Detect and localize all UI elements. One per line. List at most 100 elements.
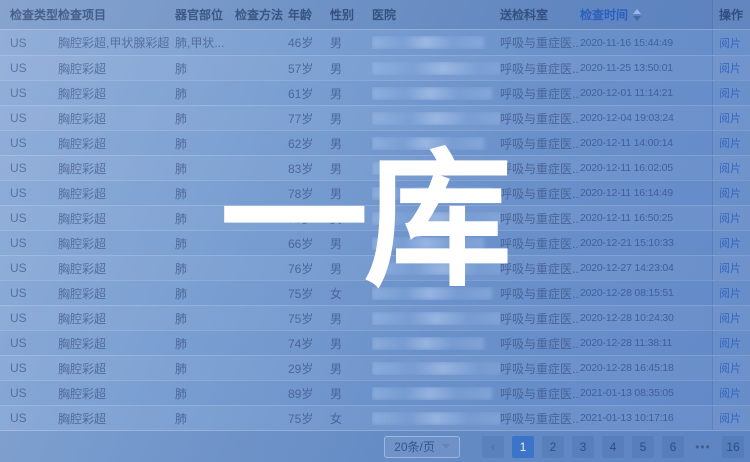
table-row[interactable]: US 胸腔彩超 肺 75岁 男 呼吸与重症医... 2020-12-28 10:… [0, 305, 750, 330]
col-header-gender[interactable]: 性别 [330, 6, 372, 23]
cell-exam-time: 2020-12-27 14:23:04 [580, 262, 712, 274]
cell-exam-item: 胸腔彩超 [58, 285, 175, 302]
view-images-link[interactable]: 阅片 [719, 260, 741, 276]
cell-organ: 肺 [175, 110, 235, 127]
view-images-link[interactable]: 阅片 [719, 410, 741, 426]
cell-exam-item: 胸腔彩超 [58, 310, 175, 327]
view-images-link[interactable]: 阅片 [719, 160, 741, 176]
col-header-age[interactable]: 年龄 [288, 6, 330, 23]
view-images-link[interactable]: 阅片 [719, 110, 741, 126]
col-header-exam-type[interactable]: 检查类型 [0, 6, 58, 23]
view-images-link[interactable]: 阅片 [719, 60, 741, 76]
col-header-organ[interactable]: 器官部位 [175, 6, 235, 23]
view-images-link[interactable]: 阅片 [719, 385, 741, 401]
cell-age: 75岁 [288, 310, 330, 327]
table-row[interactable]: US 胸腔彩超 肺 75岁 女 呼吸与重症医... 2021-01-13 10:… [0, 405, 750, 430]
cell-exam-time: 2021-01-13 10:17:16 [580, 412, 712, 424]
col-header-exam-item[interactable]: 检查项目 [58, 6, 175, 23]
view-images-link[interactable]: 阅片 [719, 235, 741, 251]
page-buttons: 123456 ••• 16 [504, 436, 744, 458]
col-header-hospital[interactable]: 医院 [372, 6, 500, 23]
view-images-link[interactable]: 阅片 [719, 210, 741, 226]
page-button-2[interactable]: 2 [542, 436, 564, 458]
cell-exam-item: 胸腔彩超 [58, 185, 175, 202]
cell-age: 62岁 [288, 135, 330, 152]
table-row[interactable]: US 胸腔彩超 肺 62岁 男 呼吸与重症医... 2020-12-11 14:… [0, 130, 750, 155]
cell-exam-type: US [0, 36, 58, 50]
cell-gender: 女 [330, 410, 372, 427]
cell-actions: 阅片 [712, 231, 750, 255]
table-body: US 胸腔彩超,甲状腺彩超 肺,甲状... 46岁 男 呼吸与重症医... 20… [0, 30, 750, 430]
cell-exam-time: 2020-12-04 19:03:24 [580, 112, 712, 124]
cell-hospital [372, 362, 500, 375]
cell-gender: 男 [330, 110, 372, 127]
view-images-link[interactable]: 阅片 [719, 335, 741, 351]
col-header-method[interactable]: 检查方法 [235, 6, 288, 23]
table-row[interactable]: US 胸腔彩超 肺 66岁 男 呼吸与重症医... 2020-12-21 15:… [0, 230, 750, 255]
page-button-4[interactable]: 4 [602, 436, 624, 458]
col-header-exam-time[interactable]: 检查时间 [580, 6, 712, 23]
redacted-hospital-name [372, 262, 500, 275]
table-row[interactable]: US 胸腔彩超 肺 76岁 男 呼吸与重症医... 2020-12-27 14:… [0, 255, 750, 280]
table-row[interactable]: US 胸腔彩超 肺 89岁 男 呼吸与重症医... 2021-01-13 08:… [0, 380, 750, 405]
view-images-link[interactable]: 阅片 [719, 35, 741, 51]
cell-exam-item: 胸腔彩超 [58, 110, 175, 127]
table-row[interactable]: US 胸腔彩超 肺 29岁 男 呼吸与重症医... 2020-12-28 16:… [0, 355, 750, 380]
page-button-6[interactable]: 6 [662, 436, 684, 458]
cell-exam-type: US [0, 286, 58, 300]
table-row[interactable]: US 胸腔彩超 肺 78岁 男 呼吸与重症医... 2020-12-11 16:… [0, 180, 750, 205]
table-row[interactable]: US 胸腔彩超 肺 77岁 男 呼吸与重症医... 2020-12-04 19:… [0, 105, 750, 130]
cell-actions: 阅片 [712, 206, 750, 230]
sort-asc-icon[interactable] [633, 9, 641, 14]
cell-exam-type: US [0, 161, 58, 175]
cell-exam-time: 2020-12-01 11:14:21 [580, 87, 712, 99]
redacted-hospital-name [372, 412, 500, 425]
page-button-1[interactable]: 1 [512, 436, 534, 458]
prev-page-button[interactable]: ‹ [482, 436, 504, 458]
cell-gender: 男 [330, 260, 372, 277]
redacted-hospital-name [372, 187, 492, 200]
col-header-dept[interactable]: 送检科室 [500, 6, 580, 23]
cell-exam-item: 胸腔彩超 [58, 60, 175, 77]
cell-gender: 男 [330, 235, 372, 252]
view-images-link[interactable]: 阅片 [719, 135, 741, 151]
view-images-link[interactable]: 阅片 [719, 185, 741, 201]
cell-gender: 男 [330, 85, 372, 102]
table-row[interactable]: US 胸腔彩超 肺 83岁 男 呼吸与重症医... 2020-12-11 16:… [0, 155, 750, 180]
cell-age: 57岁 [288, 60, 330, 77]
view-images-link[interactable]: 阅片 [719, 310, 741, 326]
redacted-hospital-name [372, 62, 500, 75]
view-images-link[interactable]: 阅片 [719, 360, 741, 376]
cell-exam-item: 胸腔彩超 [58, 385, 175, 402]
view-images-link[interactable]: 阅片 [719, 285, 741, 301]
redacted-hospital-name [372, 112, 500, 125]
cell-exam-type: US [0, 136, 58, 150]
page-size-select[interactable]: 20条/页 [384, 436, 460, 458]
cell-age: 61岁 [288, 85, 330, 102]
cell-exam-type: US [0, 61, 58, 75]
page-button-16[interactable]: 16 [722, 436, 744, 458]
table-row[interactable]: US 胸腔彩超 肺 57岁 男 呼吸与重症医... 2020-11-25 13:… [0, 55, 750, 80]
table-row[interactable]: US 胸腔彩超,甲状腺彩超 肺,甲状... 46岁 男 呼吸与重症医... 20… [0, 30, 750, 55]
redacted-hospital-name [372, 87, 492, 100]
page-button-3[interactable]: 3 [572, 436, 594, 458]
view-images-link[interactable]: 阅片 [719, 85, 741, 101]
cell-exam-type: US [0, 86, 58, 100]
page-button-5[interactable]: 5 [632, 436, 654, 458]
table-row[interactable]: US 胸腔彩超 肺 74岁 男 呼吸与重症医... 2020-12-28 11:… [0, 330, 750, 355]
cell-exam-item: 胸腔彩超 [58, 260, 175, 277]
sort-desc-icon[interactable] [633, 16, 641, 21]
cell-dept: 呼吸与重症医... [500, 410, 580, 427]
cell-organ: 肺 [175, 285, 235, 302]
table-row[interactable]: US 胸腔彩超 肺 76岁 女 呼吸与重症医... 2020-12-11 16:… [0, 205, 750, 230]
cell-organ: 肺 [175, 160, 235, 177]
table-row[interactable]: US 胸腔彩超 肺 75岁 女 呼吸与重症医... 2020-12-28 08:… [0, 280, 750, 305]
cell-hospital [372, 287, 500, 300]
pager-ellipsis[interactable]: ••• [692, 436, 714, 458]
cell-organ: 肺 [175, 135, 235, 152]
cell-exam-type: US [0, 211, 58, 225]
table-row[interactable]: US 胸腔彩超 肺 61岁 男 呼吸与重症医... 2020-12-01 11:… [0, 80, 750, 105]
cell-exam-time: 2020-11-25 13:50:01 [580, 62, 712, 74]
cell-age: 75岁 [288, 285, 330, 302]
sort-icons[interactable] [633, 9, 641, 21]
